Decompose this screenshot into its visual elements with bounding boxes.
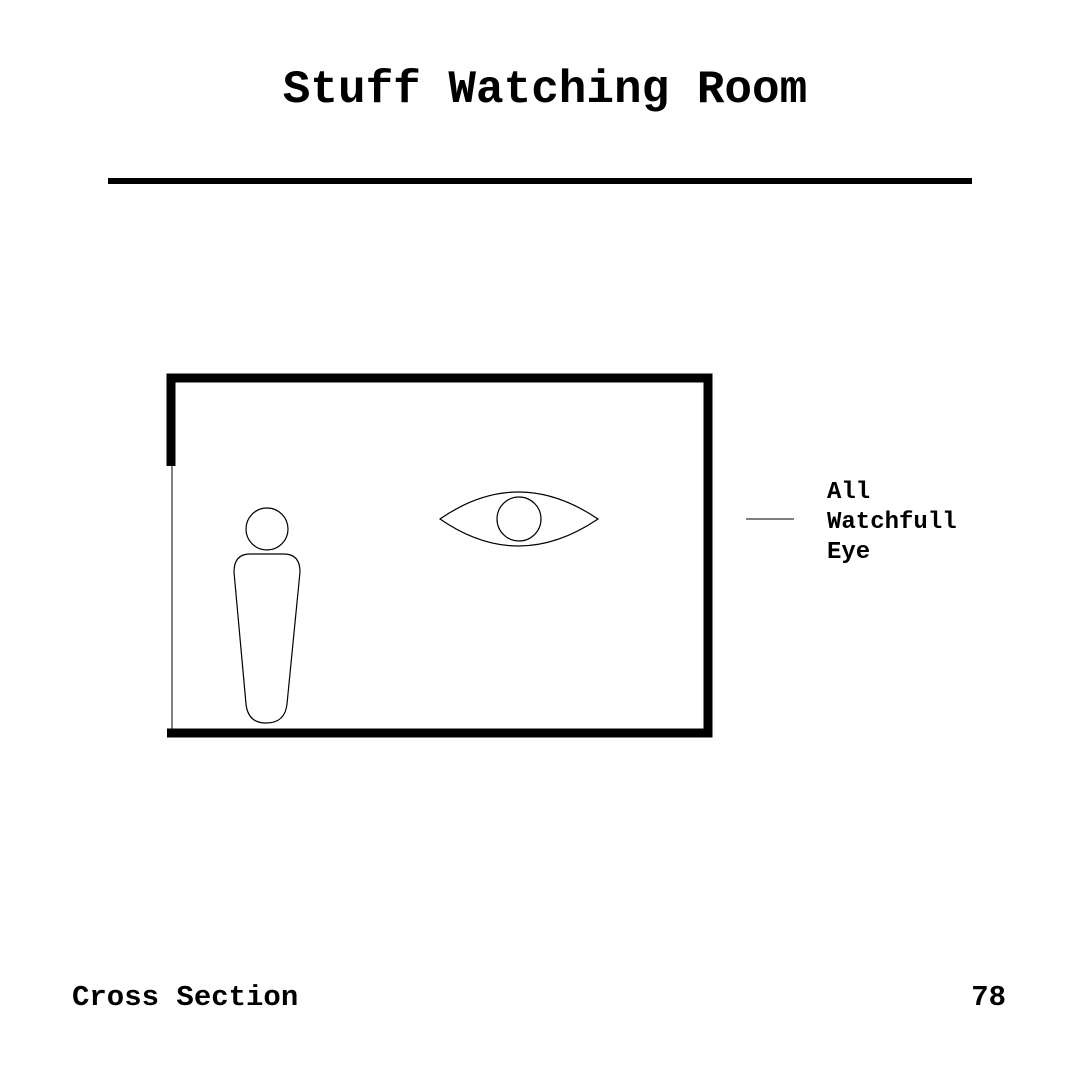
diagram-page: Stuff Watching Room All Watchfull Eye Cr… [0,0,1080,1080]
wall-top-right-bottom [166,373,713,738]
eye-icon [438,491,600,547]
figure-body [233,553,301,724]
eye-iris [496,496,542,542]
page-number: 78 [971,981,1006,1014]
room-walls [166,373,713,738]
view-label: Cross Section [72,981,299,1014]
callout-line-3: Eye [827,539,871,566]
person-figure-icon [233,507,301,724]
figure-head [245,507,289,551]
eye-callout-label: All Watchfull Eye [827,478,957,568]
callout-line-1: All [827,479,871,506]
callout-line-2: Watchfull [827,509,957,536]
eye-outline [438,491,600,547]
